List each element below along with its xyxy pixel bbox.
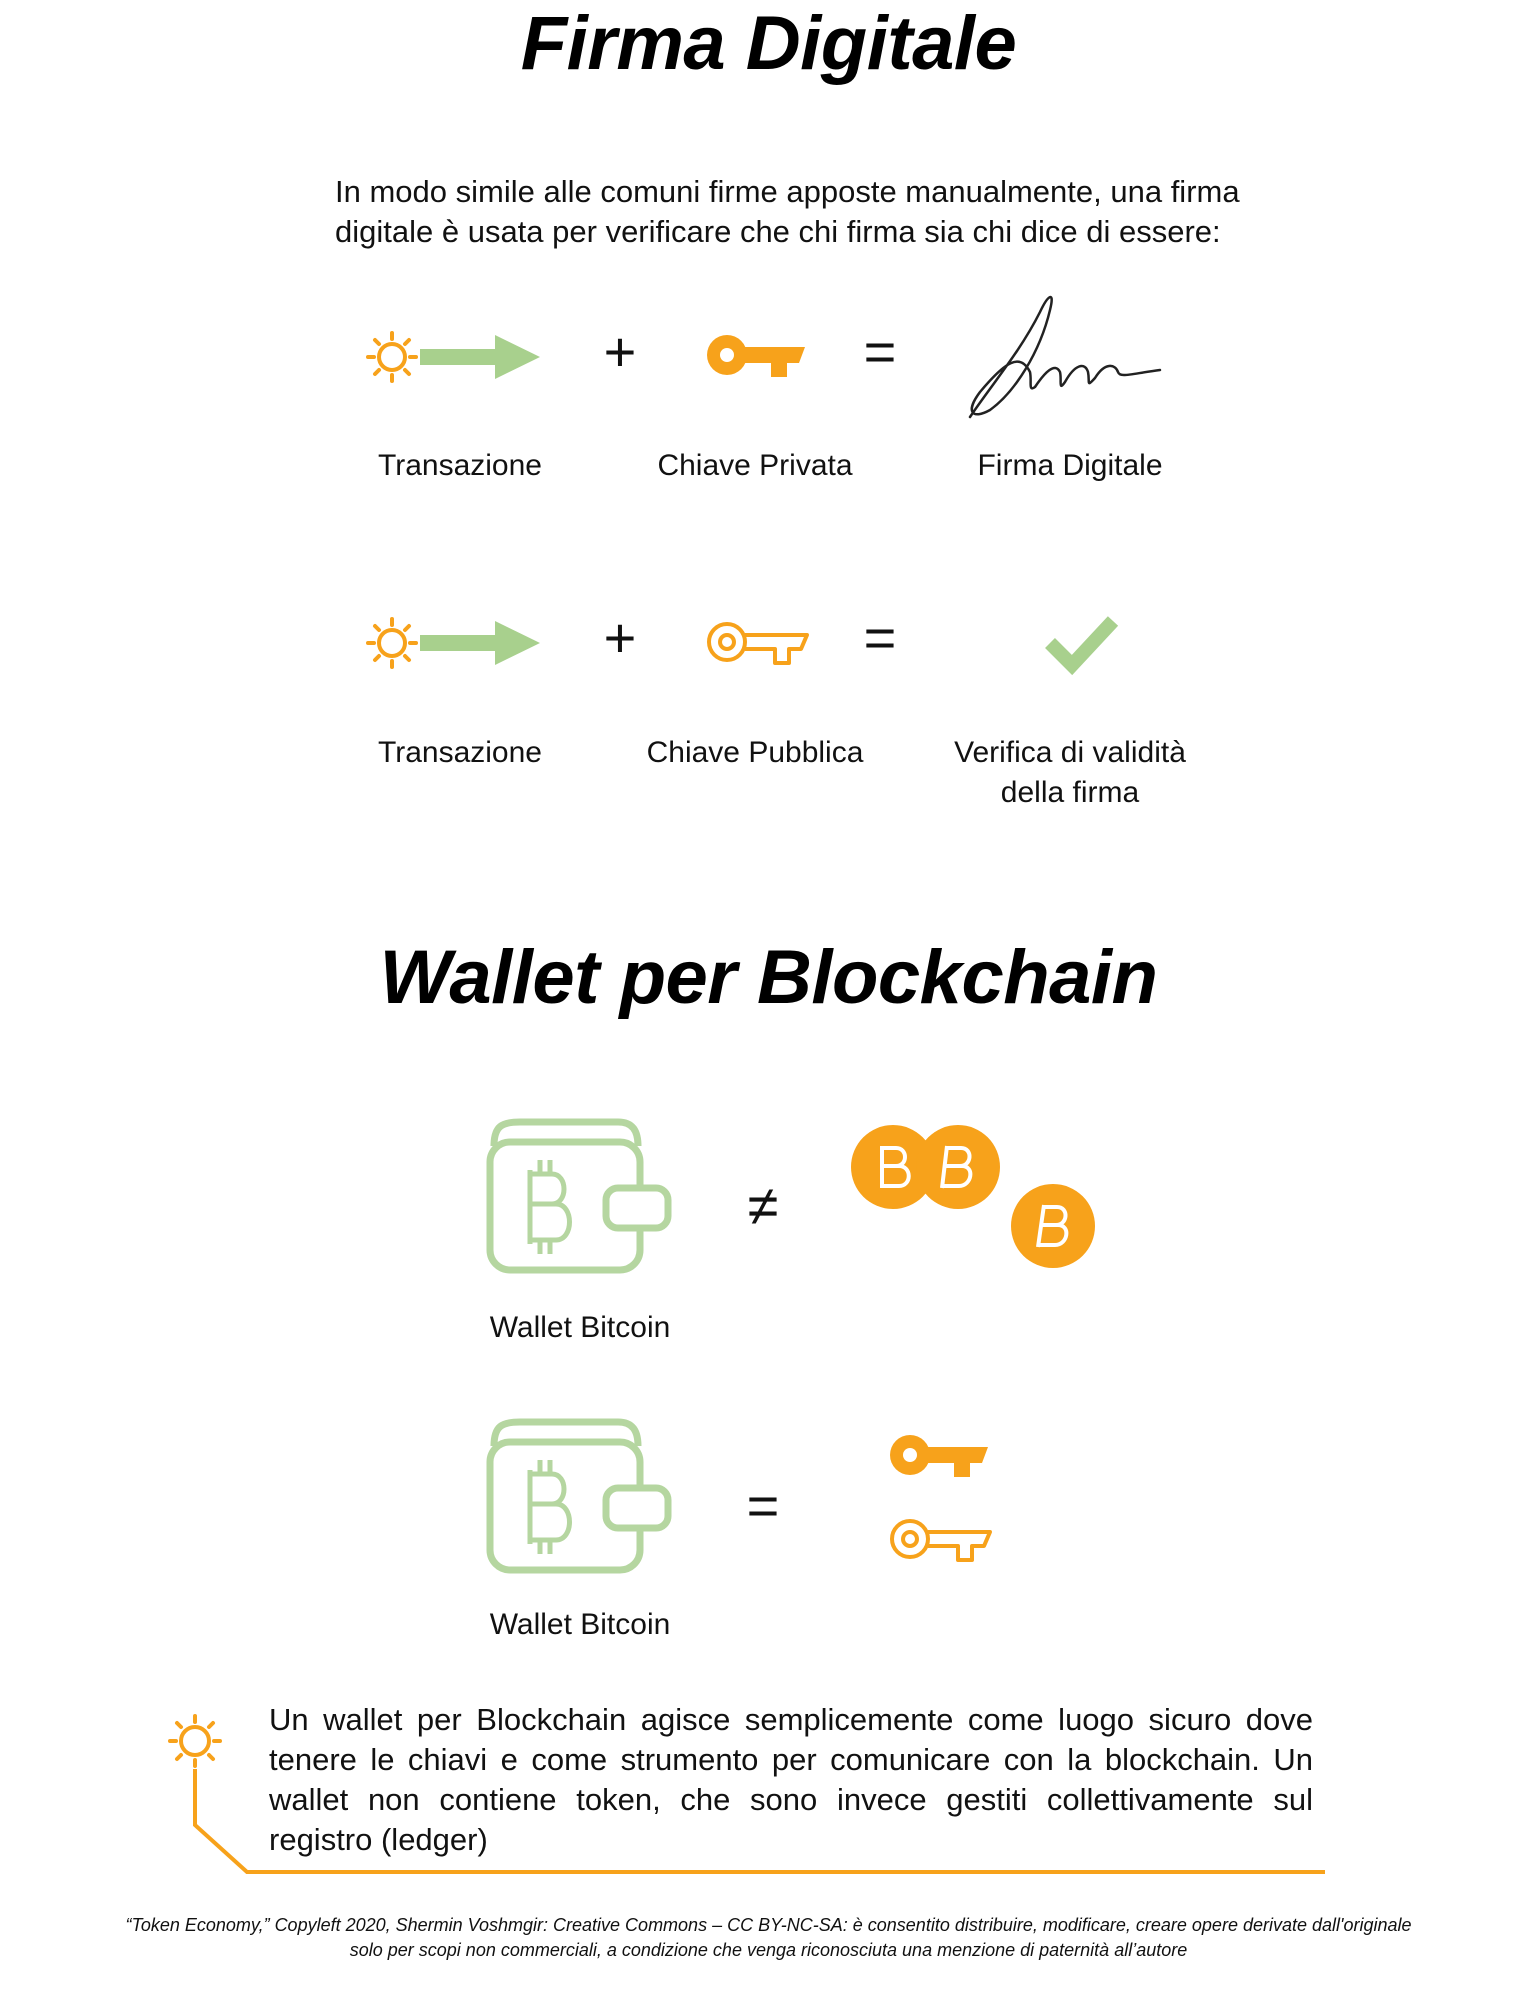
wallet-note: Un wallet per Blockchain agisce semplice…: [269, 1702, 1313, 1857]
solid-key-icon: [707, 335, 805, 377]
arrow-icon: [420, 335, 540, 379]
section-title-firma-digitale: Firma Digitale: [520, 1, 1017, 86]
sun-icon: [366, 331, 418, 383]
bitcoin-symbol-icon: [527, 1460, 572, 1554]
label-verification-line-2: della firma: [1000, 776, 1140, 809]
label-wallet-bitcoin-1: Wallet Bitcoin: [489, 1311, 671, 1344]
bitcoin-coin-icon: [1011, 1184, 1095, 1268]
footer-line-2: solo per scopi non commerciali, a condiz…: [349, 1940, 1188, 1960]
label-signature-verification: Verifica di validità della firma: [920, 733, 1220, 813]
outline-key-icon: [707, 622, 809, 665]
sun-icon: [366, 617, 418, 669]
equals-operator-wallet: =: [746, 1474, 780, 1537]
outline-key-icon-2: [890, 1519, 992, 1562]
footer-credits: “Token Economy,” Copyleft 2020, Shermin …: [60, 1913, 1477, 1963]
transaction-icon: [366, 331, 540, 383]
equals-operator: =: [863, 320, 897, 383]
plus-operator: +: [603, 320, 637, 383]
bitcoin-symbol-icon: [527, 1160, 572, 1254]
bitcoin-coins-icon: [851, 1125, 1095, 1268]
signature-icon: [968, 295, 1162, 419]
bitcoin-coin-icon: [916, 1125, 1000, 1209]
transaction-icon-2: [366, 617, 540, 669]
label-transaction-1: Transazione: [378, 449, 542, 482]
intro-line-2: digitale è usata per verificare che chi …: [335, 214, 1221, 249]
not-equal-operator: ≠: [747, 1174, 779, 1237]
label-public-key: Chiave Pubblica: [646, 736, 864, 769]
section-title-wallet: Wallet per Blockchain: [379, 935, 1158, 1020]
intro-paragraph: In modo simile alle comuni firme apposte…: [335, 172, 1335, 252]
wallet-icon-2: [486, 1418, 672, 1574]
plus-operator-2: +: [603, 606, 637, 669]
solid-key-icon-2: [890, 1435, 988, 1477]
equals-operator-2: =: [863, 606, 897, 669]
arrow-icon: [420, 621, 540, 665]
label-private-key: Chiave Privata: [657, 449, 853, 482]
label-wallet-bitcoin-2: Wallet Bitcoin: [489, 1608, 671, 1641]
checkmark-icon: [1045, 616, 1119, 676]
label-verification-line-1: Verifica di validità: [954, 736, 1186, 769]
intro-line-1: In modo simile alle comuni firme apposte…: [335, 174, 1240, 209]
label-digital-signature: Firma Digitale: [977, 449, 1163, 482]
wallet-icon: [486, 1118, 672, 1274]
label-transaction-2: Transazione: [378, 736, 542, 769]
sun-icon: [168, 1714, 222, 1768]
footer-line-1: “Token Economy,” Copyleft 2020, Shermin …: [125, 1915, 1412, 1935]
